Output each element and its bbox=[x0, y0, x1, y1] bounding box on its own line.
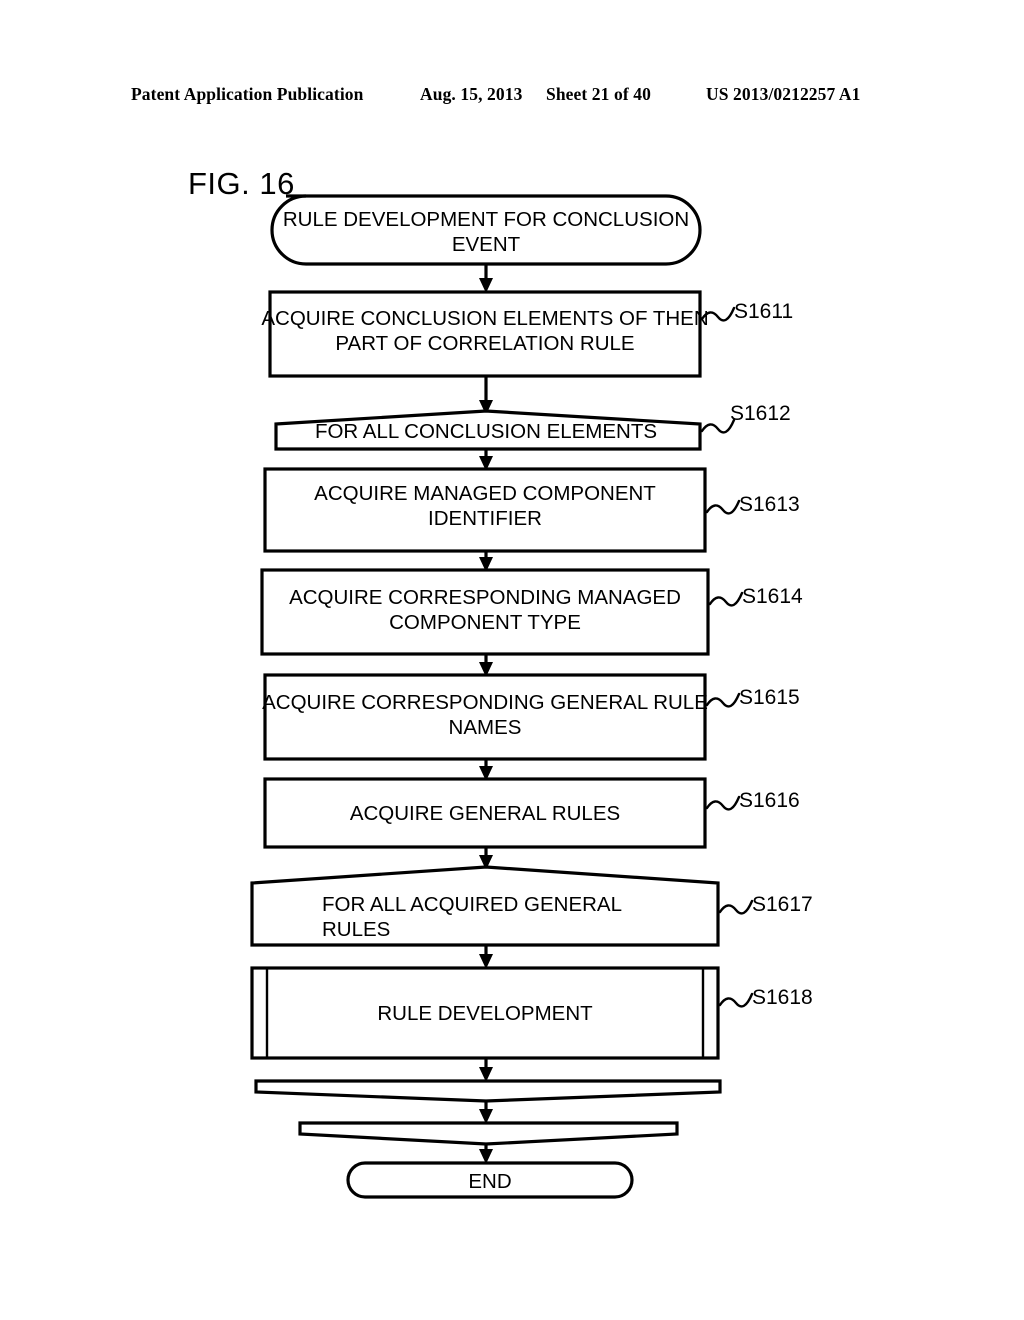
flow-node-loop-end-inner bbox=[298, 1121, 679, 1146]
s1616-step-id: S1616 bbox=[739, 789, 800, 812]
flow-node-s1617: FOR ALL ACQUIRED GENERAL RULES bbox=[250, 865, 720, 947]
s1613-step-id: S1613 bbox=[739, 493, 800, 516]
flow-node-s1614: ACQUIRE CORRESPONDING MANAGED COMPONENT … bbox=[260, 568, 710, 656]
s1612-step-id: S1612 bbox=[730, 402, 791, 425]
s1613-label-line2: IDENTIFIER bbox=[428, 507, 542, 530]
start-terminator-label-line2: EVENT bbox=[452, 233, 521, 256]
step-marker-s1616: S1616 bbox=[705, 789, 800, 812]
step-marker-s1615: S1615 bbox=[705, 686, 800, 709]
end-terminator-label: END bbox=[468, 1170, 511, 1193]
s1616-label-line1: ACQUIRE GENERAL RULES bbox=[350, 802, 620, 825]
start-terminator-label-line1: RULE DEVELOPMENT FOR CONCLUSION bbox=[283, 208, 689, 231]
connector-loop-end-inner-to-end bbox=[479, 1144, 493, 1164]
flow-node-s1616: ACQUIRE GENERAL RULES bbox=[263, 777, 707, 849]
s1614-step-id: S1614 bbox=[742, 585, 803, 608]
flow-node-s1611: ACQUIRE CONCLUSION ELEMENTS OF THEN PART… bbox=[261, 290, 709, 378]
s1615-label-line1: ACQUIRE CORRESPONDING GENERAL RULE bbox=[262, 691, 708, 714]
flow-node-start: RULE DEVELOPMENT FOR CONCLUSION EVENT bbox=[270, 194, 702, 266]
connector-s1617-to-s1618 bbox=[479, 945, 493, 969]
s1615-label-line2: NAMES bbox=[449, 716, 522, 739]
loop-end-inner-shape bbox=[298, 1121, 679, 1146]
flow-node-s1613: ACQUIRE MANAGED COMPONENT IDENTIFIER bbox=[263, 467, 707, 553]
s1611-label-line2: PART OF CORRELATION RULE bbox=[335, 332, 634, 355]
s1617-label-line1: FOR ALL ACQUIRED GENERAL bbox=[322, 893, 622, 916]
connector-s1611-to-s1612 bbox=[479, 376, 493, 415]
s1612-label-line1: FOR ALL CONCLUSION ELEMENTS bbox=[315, 420, 657, 443]
step-marker-s1614: S1614 bbox=[708, 585, 803, 608]
s1614-label-line1: ACQUIRE CORRESPONDING MANAGED bbox=[289, 586, 681, 609]
step-marker-s1611: S1611 bbox=[700, 300, 793, 323]
s1611-step-id: S1611 bbox=[734, 300, 793, 323]
s1614-label-line2: COMPONENT TYPE bbox=[389, 611, 581, 634]
flow-node-s1615: ACQUIRE CORRESPONDING GENERAL RULE NAMES bbox=[262, 673, 708, 761]
s1615-step-id: S1615 bbox=[739, 686, 800, 709]
step-marker-s1618: S1618 bbox=[718, 986, 813, 1009]
s1613-label-line1: ACQUIRE MANAGED COMPONENT bbox=[314, 482, 656, 505]
connector-start-to-s1611 bbox=[479, 264, 493, 293]
step-marker-s1612: S1612 bbox=[700, 402, 791, 434]
connector-loop-end-outer-to-inner bbox=[479, 1101, 493, 1124]
s1611-label-line1: ACQUIRE CONCLUSION ELEMENTS OF THEN bbox=[261, 307, 708, 330]
step-marker-s1617: S1617 bbox=[718, 893, 813, 916]
s1617-step-id: S1617 bbox=[752, 893, 813, 916]
flowchart-diagram: RULE DEVELOPMENT FOR CONCLUSION EVENT AC… bbox=[250, 194, 813, 1199]
s1618-label-line1: RULE DEVELOPMENT bbox=[377, 1002, 593, 1025]
flow-node-end: END bbox=[346, 1161, 634, 1199]
connector-s1618-to-loop-end-outer bbox=[479, 1058, 493, 1082]
loop-end-outer-shape bbox=[254, 1079, 722, 1103]
flow-node-s1612: FOR ALL CONCLUSION ELEMENTS bbox=[274, 409, 702, 451]
step-marker-s1613: S1613 bbox=[705, 493, 800, 516]
s1618-step-id: S1618 bbox=[752, 986, 813, 1009]
s1617-label-line2: RULES bbox=[322, 918, 390, 941]
flow-node-s1618: RULE DEVELOPMENT bbox=[250, 966, 720, 1060]
flow-node-loop-end-outer bbox=[254, 1079, 722, 1103]
